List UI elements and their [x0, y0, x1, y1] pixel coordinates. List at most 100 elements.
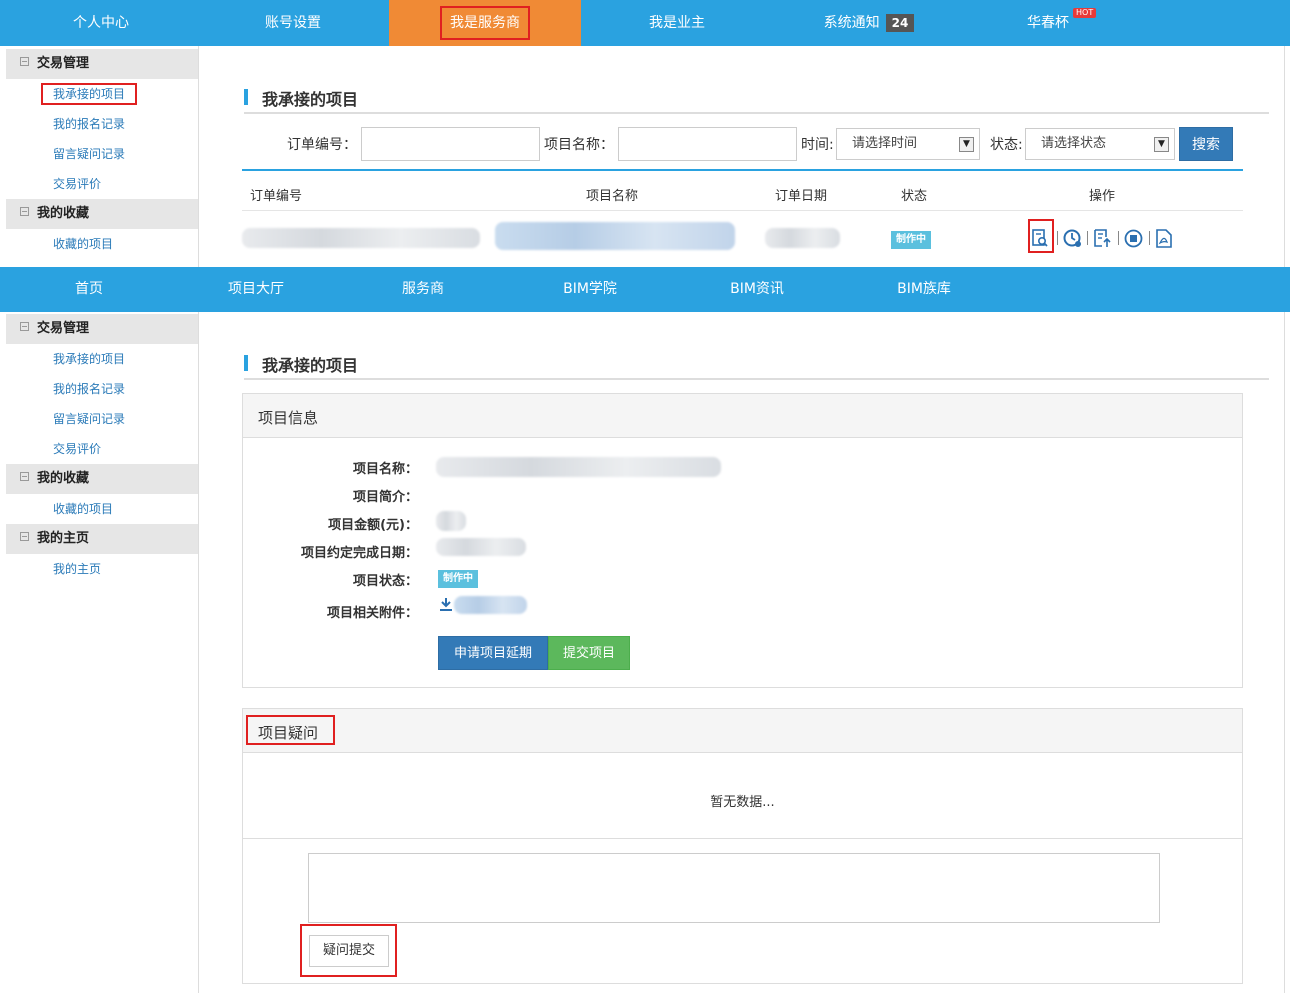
sidebar-item-trade-review[interactable]: 交易评价	[6, 169, 198, 199]
project-name-label: 项目名称：	[352, 462, 418, 477]
nav-bim-library[interactable]: BIM族库	[844, 267, 1004, 312]
time-label: 时间:	[801, 137, 834, 153]
submit-question-highlight	[300, 924, 397, 977]
divider	[1087, 231, 1088, 245]
collapse-icon	[20, 57, 29, 66]
sidebar-heading-homepage[interactable]: 我的主页	[6, 524, 198, 554]
page-title-bottom: 我承接的项目	[244, 350, 1269, 380]
divider	[1118, 231, 1119, 245]
project-intro-label: 项目简介：	[352, 490, 418, 505]
sidebar-item-my-projects[interactable]: 我承接的项目	[6, 344, 198, 374]
nav-system-notice-label: 系统通知	[823, 15, 880, 31]
dropdown-arrow-icon: ▼	[959, 137, 974, 152]
project-questions-panel: 项目疑问 暂无数据... 疑问提交	[242, 708, 1243, 984]
empty-text: 暂无数据...	[710, 795, 775, 810]
sidebar-top: 交易管理 我承接的项目 我的报名记录 留言疑问记录 交易评价 我的收藏 收藏的项…	[6, 46, 199, 267]
pdf-icon[interactable]	[1155, 229, 1173, 248]
sidebar-item-question-records[interactable]: 留言疑问记录	[6, 139, 198, 169]
sidebar-heading-homepage-label: 我的主页	[37, 531, 90, 546]
sidebar-heading-favorites-label: 我的收藏	[37, 206, 90, 221]
nav-service-provider-label: 我是服务商	[440, 6, 530, 40]
question-textarea[interactable]	[308, 853, 1160, 923]
sidebar-heading-trade-label: 交易管理	[37, 56, 90, 71]
project-status-label: 项目状态：	[352, 574, 418, 589]
col-actions: 操作	[1089, 189, 1116, 204]
nav-account-settings[interactable]: 账号设置	[198, 0, 388, 46]
right-border	[1284, 46, 1285, 267]
project-attachment-label: 项目相关附件：	[326, 606, 418, 621]
collapse-icon	[20, 472, 29, 481]
nav-bim-news[interactable]: BIM资讯	[677, 267, 837, 312]
project-questions-header: 项目疑问	[243, 709, 1242, 753]
nav-home[interactable]: 首页	[9, 267, 169, 312]
status-select[interactable]: 请选择状态 ▼	[1025, 128, 1175, 160]
project-info-title: 项目信息	[258, 409, 319, 427]
upload-doc-icon[interactable]	[1093, 229, 1112, 248]
sidebar-item-signup-records[interactable]: 我的报名记录	[6, 109, 198, 139]
sidebar-heading-trade-label: 交易管理	[37, 321, 90, 336]
nav-system-notice[interactable]: 系统通知 24	[774, 0, 964, 46]
nav-huachun-cup[interactable]: 华春杯 HOT	[953, 0, 1143, 46]
project-amount-label: 项目金额(元)：	[328, 518, 418, 533]
sidebar-item-signup-records[interactable]: 我的报名记录	[6, 374, 198, 404]
search-button[interactable]: 搜索	[1179, 127, 1233, 161]
redacted-attachment	[454, 596, 527, 614]
nav-bim-academy[interactable]: BIM学院	[510, 267, 670, 312]
col-status: 状态	[901, 189, 928, 204]
submit-project-button[interactable]: 提交项目	[548, 636, 630, 670]
project-name-input[interactable]	[618, 127, 797, 161]
page-title-text: 我承接的项目	[262, 90, 359, 109]
sidebar-heading-favorites[interactable]: 我的收藏	[6, 464, 198, 494]
sidebar-heading-trade[interactable]: 交易管理	[6, 49, 198, 79]
sidebar-item-fav-projects[interactable]: 收藏的项目	[6, 229, 198, 259]
col-order-date: 订单日期	[775, 189, 828, 204]
sidebar-item-trade-review[interactable]: 交易评价	[6, 434, 198, 464]
project-info-header: 项目信息	[243, 394, 1242, 438]
sidebar-item-fav-projects[interactable]: 收藏的项目	[6, 494, 198, 524]
status-label: 状态:	[990, 137, 1023, 153]
download-icon[interactable]	[439, 597, 453, 611]
order-no-label: 订单编号：	[287, 137, 357, 153]
sidebar-heading-trade[interactable]: 交易管理	[6, 314, 198, 344]
collapse-icon	[20, 322, 29, 331]
nav-service-provider[interactable]: 我是服务商	[389, 0, 581, 46]
redacted-amount	[436, 511, 466, 531]
sidebar-item-my-homepage[interactable]: 我的主页	[6, 554, 198, 584]
title-accent	[244, 355, 248, 371]
col-project-name: 项目名称	[586, 189, 639, 204]
hot-badge: HOT	[1073, 8, 1097, 18]
stop-icon[interactable]	[1124, 229, 1143, 248]
nav-owner[interactable]: 我是业主	[582, 0, 772, 46]
redacted-project-name	[495, 222, 735, 250]
clock-icon[interactable]	[1063, 229, 1082, 248]
table-header: 订单编号 项目名称 订单日期 状态 操作	[242, 169, 1243, 211]
filter-bar: 订单编号： 项目名称： 时间: 请选择时间 ▼ 状态: 请选择状态 ▼ 搜索	[244, 125, 1244, 165]
order-no-input[interactable]	[361, 127, 540, 161]
nav-huachun-cup-label: 华春杯	[1027, 15, 1069, 31]
notification-count-badge: 24	[885, 14, 915, 32]
status-select-value: 请选择状态	[1041, 136, 1107, 151]
divider	[1149, 231, 1150, 245]
nav-personal-center[interactable]: 个人中心	[6, 0, 196, 46]
project-name-label: 项目名称：	[544, 137, 614, 153]
project-info-panel: 项目信息 项目名称： 项目简介： 项目金额(元)： 项目约定完成日期： 项目状态…	[242, 393, 1243, 688]
collapse-icon	[20, 532, 29, 541]
sidebar-item-my-projects-label: 我承接的项目	[41, 83, 138, 105]
questions-list: 暂无数据...	[243, 753, 1242, 839]
redacted-order-no	[242, 228, 480, 248]
sidebar-bottom: 交易管理 我承接的项目 我的报名记录 留言疑问记录 交易评价 我的收藏 收藏的项…	[6, 312, 199, 993]
main-nav: 首页 项目大厅 服务商 BIM学院 BIM资讯 BIM族库	[0, 267, 1290, 312]
nav-project-hall[interactable]: 项目大厅	[176, 267, 336, 312]
page-title-text: 我承接的项目	[262, 356, 359, 375]
time-select[interactable]: 请选择时间 ▼	[836, 128, 980, 160]
top-nav: 个人中心 账号设置 我是服务商 我是业主 系统通知 24 华春杯 HOT	[0, 0, 1290, 46]
table-row[interactable]: 制作中	[242, 211, 1243, 261]
sidebar-heading-favorites[interactable]: 我的收藏	[6, 199, 198, 229]
apply-extension-button[interactable]: 申请项目延期	[438, 636, 548, 670]
sidebar-item-question-records[interactable]: 留言疑问记录	[6, 404, 198, 434]
title-accent	[244, 89, 248, 105]
sidebar-heading-favorites-label: 我的收藏	[37, 471, 90, 486]
time-select-value: 请选择时间	[852, 136, 918, 151]
sidebar-item-my-projects[interactable]: 我承接的项目	[6, 79, 198, 109]
nav-service-providers[interactable]: 服务商	[343, 267, 503, 312]
